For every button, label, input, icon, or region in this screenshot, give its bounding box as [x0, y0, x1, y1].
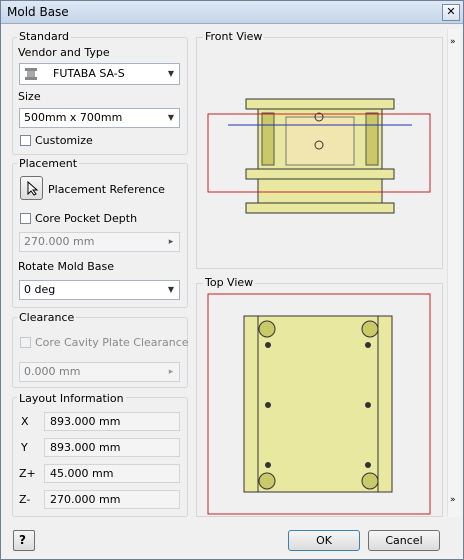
chevron-down-icon[interactable]: ▼ — [165, 112, 177, 124]
layout-zplus-label: Z+ — [19, 467, 36, 480]
clearance-value: 0.000 mm — [24, 365, 81, 378]
rotate-label: Rotate Mold Base — [18, 260, 115, 273]
right-panel-scrollbar[interactable]: » » — [447, 29, 461, 517]
standard-group-label: Standard — [17, 30, 72, 43]
cursor-icon — [27, 180, 39, 199]
chevron-up-icon[interactable]: » — [450, 37, 456, 47]
title-bar: Mold Base ✕ — [1, 1, 463, 24]
layout-zplus-value: 45.000 mm — [44, 464, 180, 483]
ok-button[interactable]: OK — [288, 530, 360, 551]
layout-zminus-label: Z- — [19, 493, 31, 506]
close-icon[interactable]: ✕ — [442, 4, 460, 21]
core-cavity-label: Core Cavity Plate Clearance — [35, 336, 189, 349]
window-title: Mold Base — [7, 5, 69, 19]
customize-label: Customize — [35, 134, 93, 147]
clearance-input[interactable]: 0.000 mm ▸ — [19, 362, 180, 382]
vendor-combo[interactable]: FUTABA SA-S ▼ — [19, 63, 180, 85]
chevron-down-icon[interactable]: ▼ — [165, 284, 177, 296]
front-view-label: Front View — [203, 30, 265, 43]
layout-x-label: X — [21, 415, 29, 428]
chevron-down-icon[interactable]: ▼ — [165, 68, 177, 80]
core-pocket-value: 270.000 mm — [24, 235, 95, 248]
size-label: Size — [18, 90, 41, 103]
clearance-group-label: Clearance — [17, 311, 77, 324]
front-view-drawing — [207, 98, 431, 214]
top-view-drawing — [207, 293, 431, 515]
layout-y-label: Y — [21, 441, 28, 454]
core-pocket-label: Core Pocket Depth — [35, 212, 138, 225]
mold-base-dialog: Mold Base ✕ Standard Vendor and Type FUT… — [0, 0, 464, 560]
rotate-combo[interactable]: 0 deg ▼ — [19, 280, 180, 300]
core-pocket-input[interactable]: 270.000 mm ▸ — [19, 232, 180, 252]
size-combo[interactable]: 500mm x 700mm ▼ — [19, 108, 180, 128]
placement-group-label: Placement — [17, 157, 80, 170]
layout-group-label: Layout Information — [17, 392, 126, 405]
size-value: 500mm x 700mm — [24, 111, 123, 124]
vendor-icon — [24, 67, 38, 81]
help-button[interactable]: ? — [13, 530, 35, 551]
chevron-right-icon[interactable]: ▸ — [165, 236, 177, 248]
rotate-value: 0 deg — [24, 283, 56, 296]
chevron-down-icon[interactable]: » — [450, 495, 456, 505]
cancel-button[interactable]: Cancel — [368, 530, 440, 551]
core-cavity-checkbox[interactable] — [20, 337, 31, 348]
placement-reference-button[interactable] — [20, 176, 43, 200]
top-view-label: Top View — [203, 276, 256, 289]
layout-x-value: 893.000 mm — [44, 412, 180, 431]
placement-reference-label: Placement Reference — [48, 183, 165, 196]
layout-y-value: 893.000 mm — [44, 438, 180, 457]
vendor-value: FUTABA SA-S — [53, 67, 125, 80]
layout-zminus-value: 270.000 mm — [44, 490, 180, 509]
vendor-label: Vendor and Type — [18, 46, 110, 59]
help-icon: ? — [19, 533, 26, 547]
customize-checkbox[interactable] — [20, 135, 31, 146]
core-pocket-checkbox[interactable] — [20, 213, 31, 224]
chevron-right-icon[interactable]: ▸ — [165, 366, 177, 378]
